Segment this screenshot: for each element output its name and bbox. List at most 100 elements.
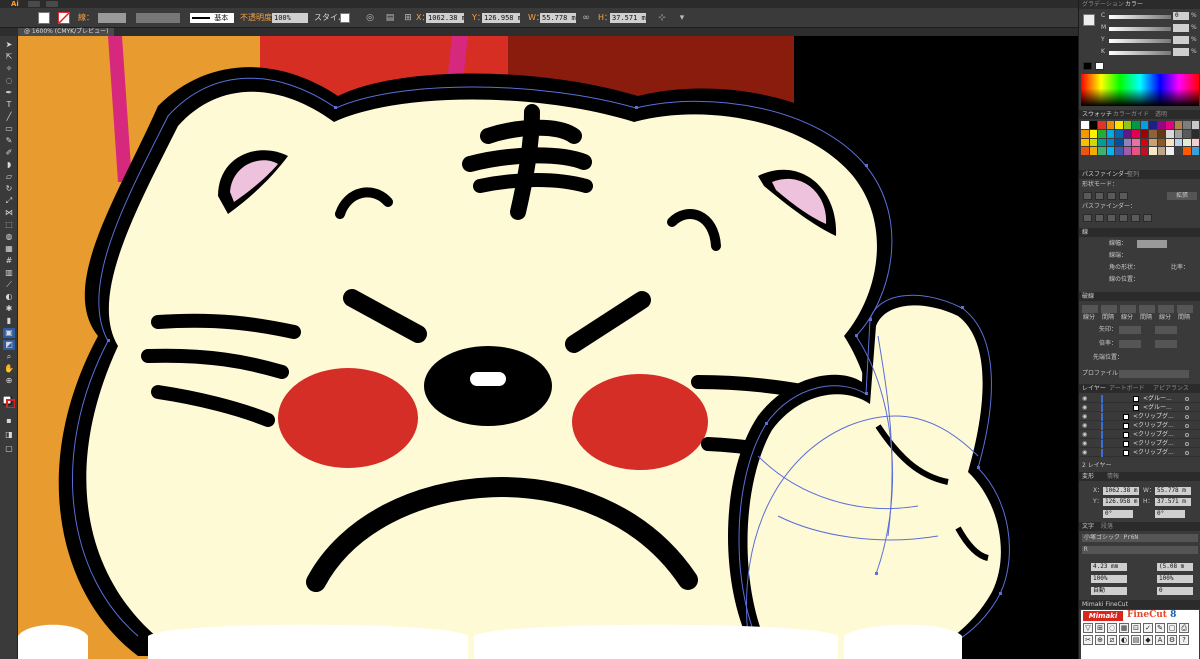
swatch-cell[interactable] (1191, 138, 1199, 147)
swatch-cell[interactable] (1149, 138, 1157, 147)
shear-field[interactable]: 0° (1155, 510, 1185, 518)
swatch-cell[interactable] (1132, 138, 1140, 147)
font-size-field[interactable]: 4.23 mm (1091, 563, 1127, 571)
fill-swatch[interactable] (38, 12, 50, 24)
swatch-cell[interactable] (1132, 129, 1140, 138)
swatch-cell[interactable] (1191, 147, 1199, 155)
selection-tool-icon[interactable]: ➤ (3, 40, 15, 50)
style-swatch[interactable] (340, 13, 350, 23)
swatch-cell[interactable] (1140, 147, 1148, 155)
layer-row[interactable]: ◉ <グルー... (1079, 404, 1200, 412)
target-icon[interactable] (1185, 397, 1189, 401)
eye-icon[interactable]: ◉ (1082, 440, 1087, 448)
swatch-cell[interactable] (1089, 121, 1097, 129)
eraser-tool-icon[interactable]: ▱ (3, 172, 15, 182)
text-icon[interactable]: A (1155, 635, 1165, 645)
target-icon[interactable] (1185, 451, 1189, 455)
y-field[interactable]: 126.958 m (482, 13, 520, 23)
swatch-cell[interactable] (1157, 138, 1165, 147)
dash-field[interactable] (1082, 305, 1098, 313)
swatch-cell[interactable] (1081, 138, 1089, 147)
contour-icon[interactable]: ◌ (1107, 623, 1117, 633)
drawing-mode-icon[interactable]: ◨ (3, 430, 15, 440)
swatch-cell[interactable] (1183, 121, 1191, 129)
k-slider[interactable] (1109, 51, 1171, 55)
eye-icon[interactable]: ◉ (1082, 413, 1087, 421)
horizontal-scale-field[interactable]: 100% (1157, 575, 1193, 583)
symbol-sprayer-tool-icon[interactable]: ✱ (3, 304, 15, 314)
rectangle-tool-icon[interactable]: ▭ (3, 124, 15, 134)
t-h-field[interactable]: 37.571 m (1155, 498, 1191, 506)
help-icon[interactable]: ? (1179, 635, 1189, 645)
direct-selection-tool-icon[interactable]: ⇱ (3, 52, 15, 62)
swatch-cell[interactable] (1115, 138, 1123, 147)
swatch-cell[interactable] (1157, 121, 1165, 129)
pen-tool-icon[interactable]: ✒ (3, 88, 15, 98)
color-mode-icon[interactable]: ▪ (3, 416, 15, 426)
layer-row[interactable]: ◉ <グルー... (1079, 395, 1200, 403)
cut-line-icon[interactable]: ⧄ (1107, 635, 1117, 645)
gradient-tool-icon[interactable]: ▥ (3, 268, 15, 278)
color-fill-swatch[interactable] (1083, 14, 1095, 26)
swatch-cell[interactable] (1115, 121, 1123, 129)
frame-icon[interactable]: ▢ (1167, 623, 1177, 633)
swatch-cell[interactable] (1106, 147, 1114, 155)
register-mark-icon[interactable]: ⊞ (1095, 623, 1105, 633)
layer-row[interactable]: ◉ <クリップグ... (1079, 449, 1200, 457)
eye-icon[interactable]: ◉ (1082, 422, 1087, 430)
swatch-cell[interactable] (1140, 138, 1148, 147)
t-w-field[interactable]: 55.778 m (1155, 487, 1191, 495)
swatch-grid[interactable] (1081, 121, 1199, 155)
eye-icon[interactable]: ◉ (1082, 449, 1087, 457)
swatch-cell[interactable] (1098, 129, 1106, 138)
swatch-cell[interactable] (1081, 129, 1089, 138)
vertical-scale-field[interactable]: 100% (1091, 575, 1127, 583)
arrow-scale-end[interactable] (1155, 340, 1177, 348)
dash-field[interactable] (1158, 305, 1174, 313)
swatch-cell[interactable] (1149, 147, 1157, 155)
m-slider[interactable] (1109, 27, 1171, 31)
line-tool-icon[interactable]: ╱ (3, 112, 15, 122)
layer-row[interactable]: ◉ <クリップグ... (1079, 422, 1200, 430)
recolor-icon[interactable]: ◎ (364, 12, 376, 24)
k-field[interactable] (1173, 48, 1189, 56)
pathfinder-tab[interactable]: パスファインダー (1082, 170, 1130, 179)
layer-name[interactable]: <クリップグ... (1133, 431, 1174, 439)
outline-button[interactable] (1131, 214, 1140, 222)
h-field[interactable]: 37.571 mm (610, 13, 646, 23)
swatch-cell[interactable] (1166, 129, 1174, 138)
font-style-select[interactable]: R (1082, 546, 1198, 554)
target-icon[interactable] (1185, 406, 1189, 410)
swatch-cell[interactable] (1106, 138, 1114, 147)
swatch-cell[interactable] (1106, 129, 1114, 138)
window-icon[interactable] (28, 1, 40, 7)
transform-tab[interactable]: 変形 (1082, 472, 1094, 481)
t-y-field[interactable]: 126.958 m (1103, 498, 1139, 506)
transform-reference-icon[interactable]: ⊞ (402, 12, 414, 24)
eye-icon[interactable]: ◉ (1082, 404, 1087, 412)
paintbrush-tool-icon[interactable]: ✎ (3, 136, 15, 146)
swatch-cell[interactable] (1191, 129, 1199, 138)
stroke-swatch[interactable] (58, 12, 70, 24)
info-tab[interactable]: 情報 (1107, 472, 1119, 481)
tile-icon[interactable]: ⊡ (1131, 623, 1141, 633)
align-tab[interactable]: 整列 (1127, 170, 1139, 179)
layer-name[interactable]: <グルー... (1143, 395, 1172, 403)
transparency-tab[interactable]: 透明 (1155, 110, 1167, 119)
kerning-field[interactable]: 自動 (1091, 587, 1127, 595)
eyedropper-tool-icon[interactable]: ⟋ (3, 280, 15, 290)
stroke-tab[interactable]: 線 (1082, 228, 1088, 237)
plot-icon[interactable]: ▽ (1083, 623, 1093, 633)
mesh-tool-icon[interactable]: # (3, 256, 15, 266)
minus-front-button[interactable] (1095, 192, 1104, 200)
swatch-cell[interactable] (1115, 129, 1123, 138)
gap-field[interactable] (1139, 305, 1155, 313)
swatch-cell[interactable] (1166, 147, 1174, 155)
swatch-cell[interactable] (1140, 121, 1148, 129)
layer-name[interactable]: <グルー... (1143, 404, 1172, 412)
unite-button[interactable] (1083, 192, 1092, 200)
arrow-end-select[interactable] (1155, 326, 1177, 334)
gap-field[interactable] (1177, 305, 1193, 313)
fill-stroke-icon[interactable] (2, 395, 16, 409)
swatch-cell[interactable] (1174, 129, 1182, 138)
